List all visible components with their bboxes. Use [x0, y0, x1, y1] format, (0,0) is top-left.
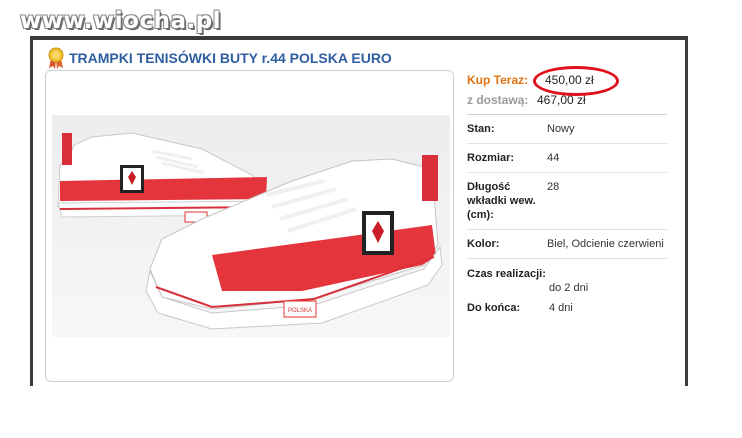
buy-now-price: 450,00 zł [533, 66, 619, 96]
listing-title[interactable]: TRAMPKI TENISÓWKI BUTY r.44 POLSKA EURO [69, 50, 392, 66]
medal-icon [48, 47, 64, 69]
details-table: Stan: Nowy Rozmiar: 44 Długość wkładki w… [467, 114, 667, 259]
detail-key: Rozmiar: [467, 152, 515, 164]
delivery-value: 4 dni [549, 302, 573, 314]
detail-row-color: Kolor: Biel, Odcienie czerwieni [467, 230, 667, 259]
detail-row-insole-length: Długość wkładki wew. (cm): 28 [467, 173, 667, 230]
detail-value: 44 [547, 152, 560, 164]
detail-row-size: Rozmiar: 44 [467, 144, 667, 173]
detail-value: Biel, Odcienie czerwieni [547, 238, 664, 250]
buy-now-label[interactable]: Kup Teraz: [467, 73, 537, 87]
product-photo-frame: POLSKA [45, 70, 454, 382]
detail-row-condition: Stan: Nowy [467, 115, 667, 144]
product-photo[interactable]: POLSKA [52, 115, 450, 337]
buy-now-line: Kup Teraz: 450,00 zł [467, 66, 667, 96]
delivery-key: Czas realizacji: [467, 268, 546, 280]
detail-key: Stan: [467, 123, 495, 135]
shoe-logo-text: POLSKA [288, 308, 312, 314]
title-row: TRAMPKI TENISÓWKI BUTY r.44 POLSKA EURO [47, 47, 392, 69]
detail-value: 28 [547, 181, 560, 193]
detail-value: Nowy [547, 123, 575, 135]
auction-panel: TRAMPKI TENISÓWKI BUTY r.44 POLSKA EURO [30, 36, 688, 386]
listing-info: Kup Teraz: 450,00 zł z dostawą: 467,00 z… [467, 66, 667, 319]
delivery-row-ends: Do końca: 4 dni [467, 299, 667, 319]
with-shipping-label: z dostawą: [467, 93, 529, 107]
highlight-ring [533, 66, 619, 96]
delivery-info: Czas realizacji: do 2 dni Do końca: 4 dn… [467, 265, 667, 319]
detail-key: Kolor: [467, 238, 500, 250]
delivery-value: do 2 dni [549, 282, 589, 294]
detail-key: Długość wkładki wew. (cm): [467, 181, 536, 221]
delivery-row-time: Czas realizacji: do 2 dni [467, 265, 667, 299]
site-watermark: www.wiocha.pl [20, 8, 222, 34]
delivery-key: Do końca: [467, 302, 521, 314]
